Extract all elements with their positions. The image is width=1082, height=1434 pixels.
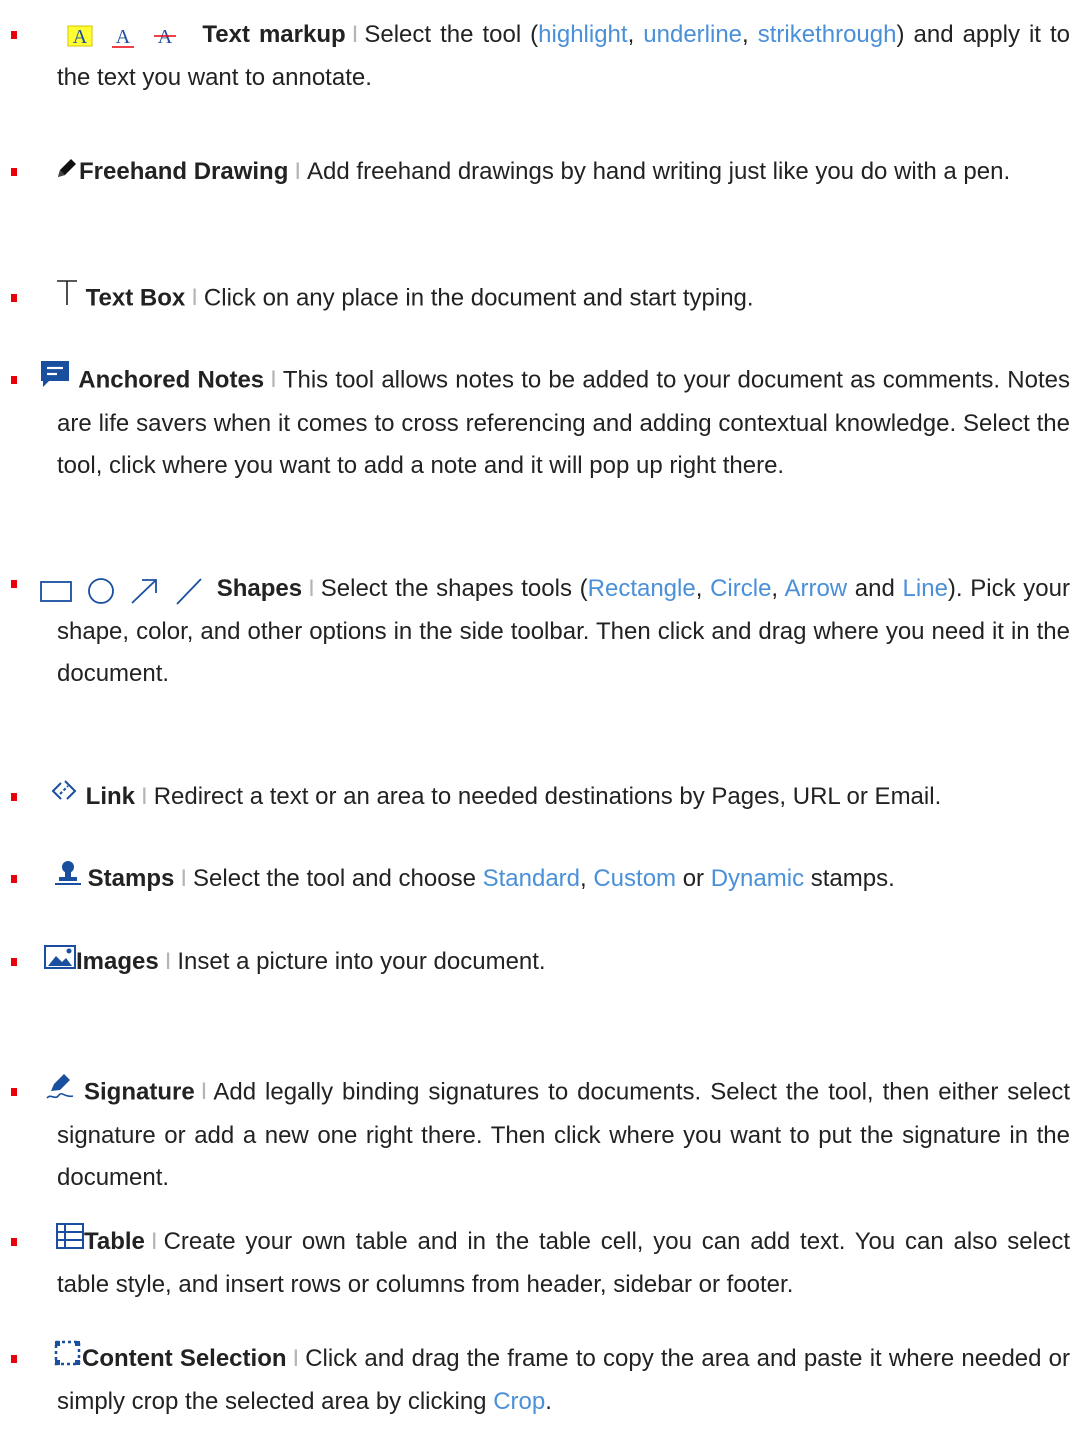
bullet	[11, 1238, 17, 1246]
separator: I	[180, 865, 188, 892]
separator: I	[294, 158, 302, 185]
item-title: Table	[84, 1228, 145, 1255]
item-text: Stamps I Select the tool and choose Standa…	[55, 858, 1070, 901]
item-title: Shapes	[216, 575, 303, 602]
item-body: ,	[771, 575, 785, 602]
note-icon[interactable]	[39, 359, 71, 403]
item-title: Anchored Notes	[78, 366, 265, 394]
line-icon[interactable]	[173, 569, 205, 611]
bullet	[11, 875, 17, 883]
bullet	[11, 1355, 17, 1363]
item-body: or	[676, 865, 711, 892]
text-box-icon[interactable]	[55, 277, 79, 321]
bullet	[11, 793, 17, 801]
separator: I	[200, 1078, 208, 1106]
circle-link[interactable]: Circle	[710, 575, 771, 602]
item-body: Create your own table and in the table c…	[57, 1228, 1070, 1298]
item-text: Content Selection I Click and drag the fra…	[54, 1338, 1070, 1423]
item-title: Content Selection	[82, 1345, 287, 1372]
item-body: Click on any place in the document and s…	[203, 284, 754, 312]
item-body: ,	[742, 21, 758, 48]
svg-text:A: A	[158, 26, 173, 48]
item-title: Images	[76, 948, 159, 975]
bullet	[11, 168, 17, 176]
item-body: ,	[580, 865, 594, 892]
circle-icon[interactable]	[86, 569, 116, 611]
strikethrough-icon[interactable]: A	[151, 15, 179, 57]
svg-text:A: A	[115, 26, 130, 48]
item-title: Link	[85, 783, 136, 810]
separator: I	[270, 366, 277, 394]
item-body: ,	[695, 575, 711, 602]
item-body: Add legally binding signatures to docume…	[57, 1078, 1070, 1191]
bullet	[11, 376, 17, 384]
item-title: Text Box	[85, 284, 186, 312]
item-body: and	[847, 575, 903, 602]
standard-link[interactable]: Standard	[483, 865, 580, 892]
separator: I	[164, 948, 172, 975]
custom-link[interactable]: Custom	[593, 865, 676, 892]
item-text: Images I Inset a picture into your documen…	[44, 941, 1070, 984]
separator: I	[308, 575, 315, 602]
item-title: Text markup	[202, 21, 346, 48]
bullet	[11, 1088, 17, 1096]
item-text: Link I Redirect a text or an area to neede…	[51, 776, 1070, 819]
item-body: Select the tool (	[364, 21, 539, 48]
rectangle-icon[interactable]	[39, 569, 73, 611]
highlight-link[interactable]: highlight	[538, 21, 627, 48]
table-icon[interactable]	[56, 1222, 84, 1264]
item-text: Table I Create your own table and in the t…	[56, 1221, 1070, 1306]
separator: I	[191, 284, 198, 312]
strikethrough-link[interactable]: strikethrough	[758, 21, 897, 48]
line-link[interactable]: Line	[903, 575, 948, 602]
item-body: Select the shapes tools (	[320, 575, 588, 602]
item-text: Signature I Add legally binding signatures…	[46, 1071, 1070, 1199]
bullet	[11, 580, 17, 588]
rectangle-link[interactable]: Rectangle	[588, 575, 696, 602]
stamp-icon[interactable]	[55, 859, 81, 901]
item-body: Inset a picture into your document.	[177, 948, 546, 975]
crop-link[interactable]: Crop	[493, 1388, 545, 1415]
item-text: Shapes I Select the shapes tools (Rectangl…	[40, 568, 1070, 695]
pen-icon[interactable]	[55, 152, 79, 194]
image-icon[interactable]	[44, 942, 76, 984]
arrow-link[interactable]: Arrow	[784, 575, 847, 602]
arrow-icon[interactable]	[128, 569, 160, 611]
item-title: Stamps	[87, 865, 175, 892]
item-text: Text Box I Click on any place in the docum…	[57, 277, 1070, 321]
item-body: ,	[627, 21, 644, 48]
underline-icon[interactable]: A	[109, 15, 137, 57]
content-selection-icon[interactable]	[54, 1339, 82, 1381]
highlight-icon[interactable]: A	[66, 15, 94, 57]
svg-text:A: A	[73, 26, 88, 48]
separator: I	[292, 1345, 300, 1372]
item-text: Freehand Drawing I Add freehand drawings b…	[57, 151, 1070, 194]
item-body: Redirect a text or an area to needed des…	[153, 783, 942, 810]
bullet	[11, 31, 17, 39]
item-body: Select the tool and choose	[193, 865, 483, 892]
bullet	[11, 958, 17, 966]
item-body: Add freehand drawings by hand writing ju…	[307, 158, 1011, 185]
item-body: .	[545, 1387, 552, 1415]
separator: I	[150, 1228, 158, 1255]
item-body: stamps.	[804, 865, 895, 892]
underline-link[interactable]: underline	[643, 21, 742, 48]
markup-icons: A A A	[66, 14, 179, 57]
item-text: A A A Text markup I Select the tool (highl…	[57, 14, 1070, 99]
signature-icon[interactable]	[45, 1071, 75, 1115]
shape-icons	[39, 568, 205, 611]
separator: I	[141, 783, 148, 810]
separator: I	[351, 21, 359, 48]
item-title: Signature	[83, 1078, 195, 1106]
bullet	[11, 294, 17, 302]
item-title: Freehand Drawing	[79, 158, 289, 185]
dynamic-link[interactable]: Dynamic	[711, 865, 804, 892]
link-icon[interactable]	[49, 777, 79, 819]
item-text: Anchored Notes I This tool allows notes to…	[41, 359, 1070, 487]
